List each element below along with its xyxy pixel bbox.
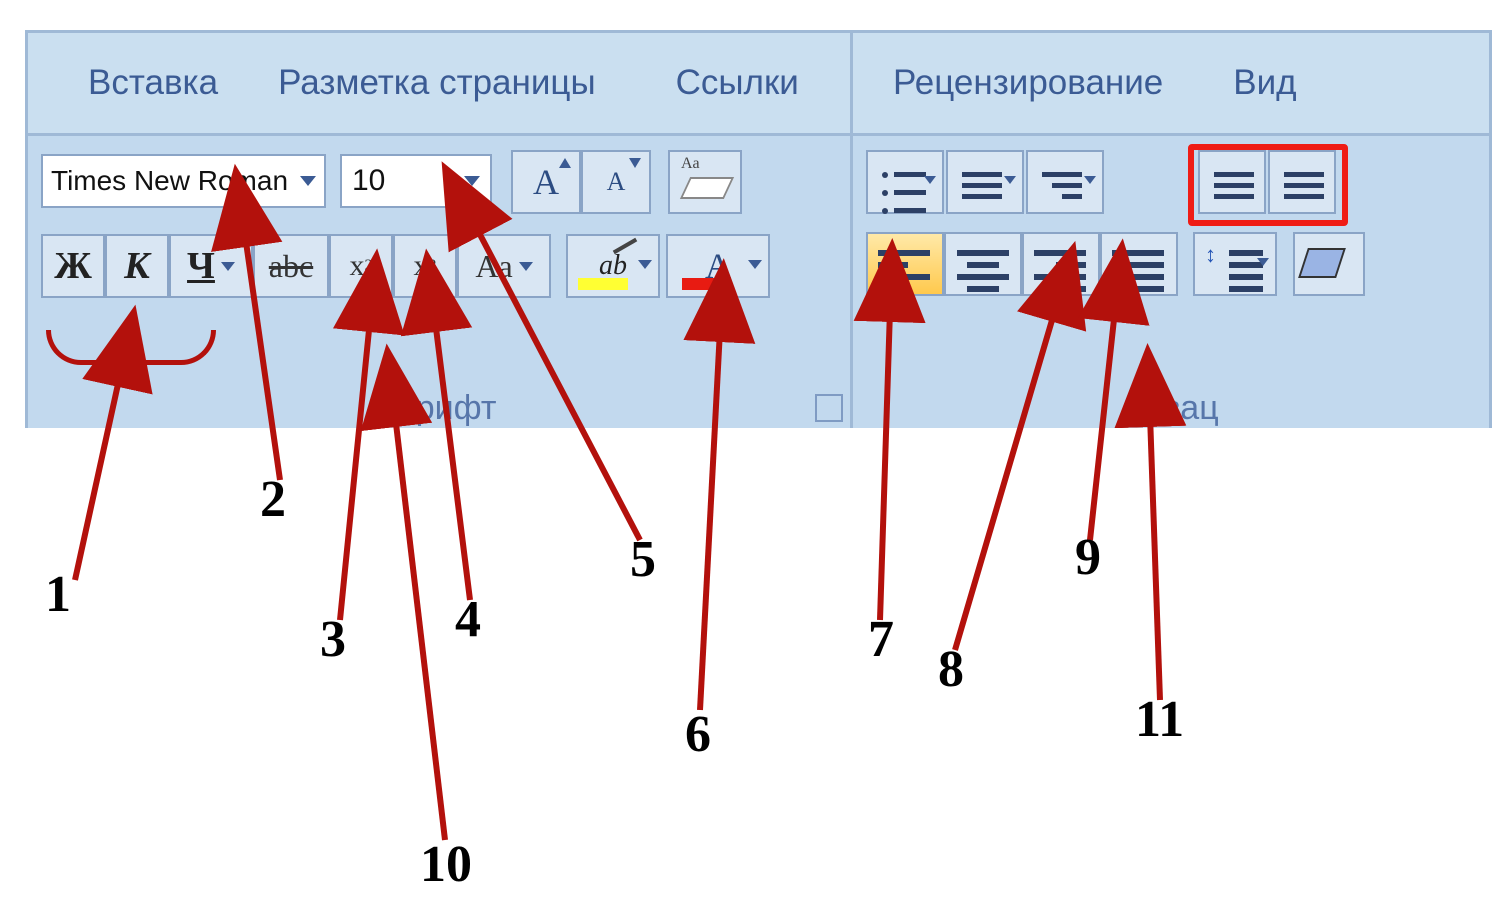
font-ribbon-segment: Вставка Разметка страницы Ссылки Times N… [25,30,856,428]
eraser-icon [685,167,725,197]
font-dialog-launcher[interactable] [815,394,843,422]
annotation-label-7: 7 [868,610,894,669]
multilevel-list-icon [1042,166,1082,205]
subscript-button[interactable]: x2 [329,234,393,298]
tab-view[interactable]: Вид [1233,63,1296,103]
chevron-down-icon [464,176,480,186]
chevron-down-icon [924,176,936,184]
increase-indent-button[interactable] [1268,150,1336,214]
font-size-value: 10 [352,164,385,198]
decrease-indent-icon [1214,166,1254,205]
strikethrough-button[interactable]: abc [253,234,329,298]
paragraph-group-body: ↕ Абзац [853,136,1489,428]
grow-font-button[interactable]: A [511,150,581,214]
ribbon-tabs-right: Рецензирование Вид [853,33,1489,136]
chevron-down-icon [748,260,762,269]
paragraph-ribbon-segment: Рецензирование Вид [850,30,1492,428]
chevron-down-icon [1084,176,1096,184]
subscript-digit: 2 [365,257,373,275]
change-case-button[interactable]: Aa [457,234,551,298]
brace-1 [46,330,216,365]
chevron-down-icon [1004,176,1016,184]
italic-button[interactable]: К [105,234,169,298]
align-right-button[interactable] [1022,232,1100,296]
align-center-icon [957,244,1009,298]
letter-x: x [350,249,365,283]
clear-formatting-button[interactable] [668,150,742,214]
increase-indent-icon [1284,166,1324,205]
align-left-icon [878,244,930,298]
annotation-label-3: 3 [320,610,346,669]
tab-page-layout[interactable]: Разметка страницы [278,63,596,103]
letter-x: x [414,249,429,283]
annotation-label-6: 6 [685,705,711,764]
annotation-label-11: 11 [1135,690,1184,749]
align-right-icon [1034,244,1086,298]
align-center-button[interactable] [944,232,1022,296]
chevron-down-icon [638,260,652,269]
font-color-button[interactable]: A [666,234,770,298]
justify-icon [1112,244,1164,298]
decrease-indent-button[interactable] [1198,150,1266,214]
line-spacing-icon [1229,244,1263,298]
font-group-body: Times New Roman 10 A A Ж К Ч abc [28,136,853,428]
bulleted-list-icon [882,166,926,220]
chevron-down-icon [300,176,316,186]
annotation-label-10: 10 [420,835,472,894]
change-case-label: Aa [475,248,512,285]
tab-insert[interactable]: Вставка [88,63,218,103]
bold-button[interactable]: Ж [41,234,105,298]
tab-review[interactable]: Рецензирование [893,63,1163,103]
chevron-down-icon [221,262,235,271]
chevron-down-icon [519,262,533,271]
numbered-list-button[interactable] [946,150,1024,214]
annotation-label-5: 5 [630,530,656,589]
chevron-down-icon [1257,258,1269,266]
font-name-value: Times New Roman [51,165,288,197]
annotation-label-2: 2 [260,470,286,529]
annotation-label-1: 1 [45,565,71,624]
paint-bucket-icon [1298,248,1346,278]
font-size-combo[interactable]: 10 [340,154,492,208]
paragraph-group-title: Абзац [853,389,1489,428]
multilevel-list-button[interactable] [1026,150,1104,214]
underline-label: Ч [187,244,215,288]
highlight-color-button[interactable]: ab [566,234,660,298]
arrows-vertical-icon: ↕ [1205,242,1216,268]
underline-button[interactable]: Ч [169,234,253,298]
highlight-swatch [578,278,628,290]
annotation-label-8: 8 [938,640,964,699]
align-left-button[interactable] [866,232,944,296]
tab-references[interactable]: Ссылки [676,63,799,103]
ribbon-tabs-left: Вставка Разметка страницы Ссылки [28,33,853,136]
line-spacing-button[interactable]: ↕ [1193,232,1277,296]
bulleted-list-button[interactable] [866,150,944,214]
superscript-button[interactable]: x2 [393,234,457,298]
shrink-font-button[interactable]: A [581,150,651,214]
annotation-label-4: 4 [455,590,481,649]
superscript-digit: 2 [429,257,437,275]
justify-button[interactable] [1100,232,1178,296]
numbered-list-icon [962,166,1002,205]
font-name-combo[interactable]: Times New Roman [41,154,326,208]
shading-button[interactable] [1293,232,1365,296]
font-group-title: Шрифт [28,389,853,428]
annotation-label-9: 9 [1075,528,1101,587]
font-color-swatch [682,278,730,290]
